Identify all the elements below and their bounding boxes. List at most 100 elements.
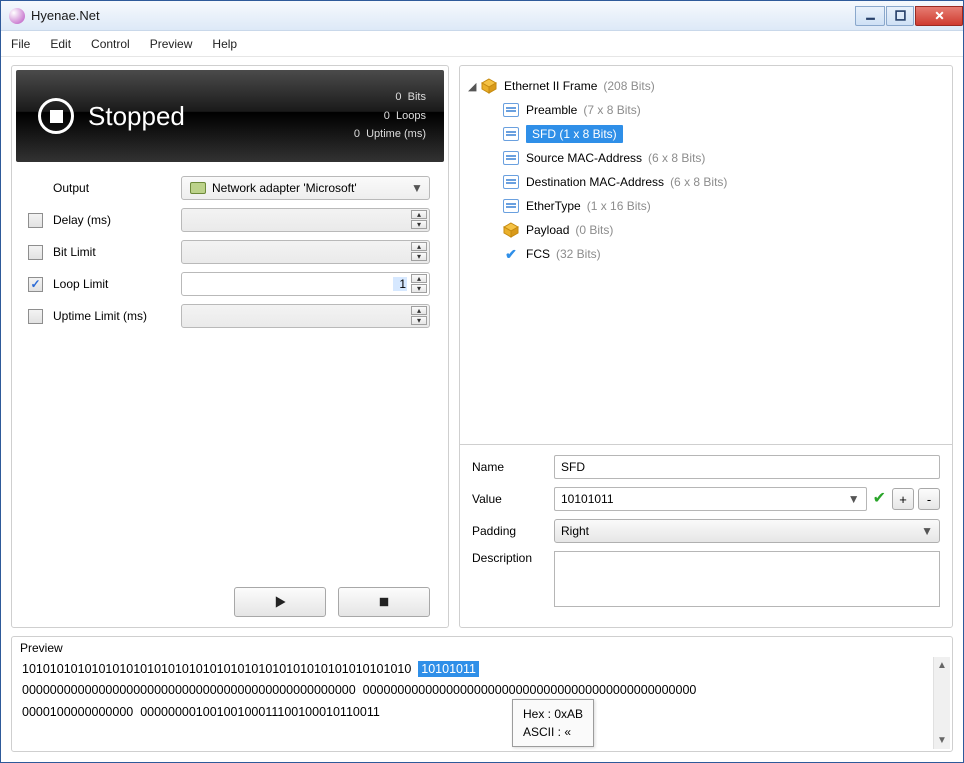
looplimit-input[interactable]: ▴▾ bbox=[181, 272, 430, 296]
preview-panel: Preview 10101010101010101010101010101010… bbox=[11, 636, 953, 752]
tree-item[interactable]: EtherType(1 x 16 Bits) bbox=[468, 194, 944, 218]
box-icon bbox=[502, 173, 520, 191]
chevron-down-icon: ▼ bbox=[921, 524, 933, 538]
delay-checkbox[interactable] bbox=[28, 213, 43, 228]
menu-edit[interactable]: Edit bbox=[50, 37, 71, 51]
frame-panel: ◢ Ethernet II Frame (208 Bits) Preamble(… bbox=[459, 65, 953, 628]
preview-seg: 00000000000000000000000000000000 bbox=[474, 683, 696, 697]
close-button[interactable] bbox=[915, 6, 963, 26]
tree-item[interactable]: Preamble(7 x 8 Bits) bbox=[468, 98, 944, 122]
preview-seg: 1010101010101010101010101010101010101010… bbox=[22, 662, 411, 676]
output-select[interactable]: Network adapter 'Microsoft' ▼ bbox=[181, 176, 430, 200]
stop-button[interactable] bbox=[338, 587, 430, 617]
tree-item-label: Source MAC-Address bbox=[526, 151, 642, 165]
minimize-button[interactable] bbox=[855, 6, 885, 26]
menu-preview[interactable]: Preview bbox=[150, 37, 193, 51]
value-label: Value bbox=[472, 492, 554, 506]
description-label: Description bbox=[472, 551, 554, 565]
tree-item[interactable]: Source MAC-Address (6 x 8 Bits) bbox=[468, 146, 944, 170]
preview-title: Preview bbox=[12, 637, 952, 657]
delay-row: Delay (ms) ▴▾ bbox=[12, 204, 448, 236]
chevron-down-icon: ▼ bbox=[409, 180, 425, 196]
padding-select[interactable]: Right ▼ bbox=[554, 519, 940, 543]
tree-item-label: Preamble bbox=[526, 103, 577, 117]
tree-item-meta: (32 Bits) bbox=[556, 247, 601, 261]
stat-loops-value: 0 bbox=[384, 110, 390, 122]
field-details: Name SFD Value 10101011 ▼ ✔ + - bbox=[460, 444, 952, 627]
output-row: Output Network adapter 'Microsoft' ▼ bbox=[12, 172, 448, 204]
preview-seg: 0000100000000000 bbox=[22, 705, 133, 719]
tree-item-meta: (6 x 8 Bits) bbox=[648, 151, 705, 165]
looplimit-checkbox[interactable] bbox=[28, 277, 43, 292]
name-input[interactable]: SFD bbox=[554, 455, 940, 479]
looplimit-label: Loop Limit bbox=[53, 277, 181, 291]
cube-icon bbox=[480, 77, 498, 95]
value-input[interactable]: 10101011 ▼ bbox=[554, 487, 867, 511]
delay-input[interactable]: ▴▾ bbox=[181, 208, 430, 232]
preview-seg: 0000000000000000000000000000000000000000… bbox=[22, 683, 356, 697]
app-icon bbox=[9, 8, 25, 24]
scrollbar[interactable]: ▲ ▼ bbox=[933, 657, 950, 749]
status-title: Stopped bbox=[88, 101, 354, 132]
app-window: Hyenae.Net File Edit Control Preview Hel… bbox=[0, 0, 964, 763]
control-panel: Stopped 0 Bits 0 Loops 0 Uptime (ms) Out… bbox=[11, 65, 449, 628]
bitlimit-input[interactable]: ▴▾ bbox=[181, 240, 430, 264]
menu-file[interactable]: File bbox=[11, 37, 30, 51]
tree-item[interactable]: SFD (1 x 8 Bits) bbox=[468, 122, 944, 146]
maximize-button[interactable] bbox=[886, 6, 914, 26]
spinner-icon[interactable]: ▴▾ bbox=[411, 242, 427, 261]
tree-root[interactable]: ◢ Ethernet II Frame (208 Bits) bbox=[468, 74, 944, 98]
tree-item-label: Destination MAC-Address bbox=[526, 175, 664, 189]
tree-item-label: EtherType bbox=[526, 199, 581, 213]
bitlimit-checkbox[interactable] bbox=[28, 245, 43, 260]
stat-uptime-label: Uptime (ms) bbox=[366, 128, 426, 140]
preview-seg: 00000000100100100011100100010110011 bbox=[140, 705, 380, 719]
check-icon: ✔ bbox=[873, 488, 886, 510]
preview-text[interactable]: 1010101010101010101010101010101010101010… bbox=[12, 657, 952, 729]
play-button[interactable] bbox=[234, 587, 326, 617]
menu-help[interactable]: Help bbox=[212, 37, 237, 51]
scroll-down-icon[interactable]: ▼ bbox=[934, 732, 950, 749]
frame-tree[interactable]: ◢ Ethernet II Frame (208 Bits) Preamble(… bbox=[460, 66, 952, 444]
padding-label: Padding bbox=[472, 524, 554, 538]
tree-item[interactable]: Payload(0 Bits) bbox=[468, 218, 944, 242]
preview-seg: 0000000000000000 bbox=[363, 683, 474, 697]
uptimelimit-label: Uptime Limit (ms) bbox=[53, 309, 181, 323]
tree-item-meta: (6 x 8 Bits) bbox=[670, 175, 727, 189]
looplimit-value[interactable] bbox=[393, 277, 407, 291]
add-button[interactable]: + bbox=[892, 488, 914, 510]
box-icon bbox=[502, 101, 520, 119]
check-icon: ✔ bbox=[502, 245, 520, 263]
content: Stopped 0 Bits 0 Loops 0 Uptime (ms) Out… bbox=[1, 57, 963, 762]
chevron-down-icon: ▼ bbox=[848, 492, 860, 506]
menubar: File Edit Control Preview Help bbox=[1, 31, 963, 57]
tree-item[interactable]: Destination MAC-Address (6 x 8 Bits) bbox=[468, 170, 944, 194]
uptimelimit-checkbox[interactable] bbox=[28, 309, 43, 324]
status-stats: 0 Bits 0 Loops 0 Uptime (ms) bbox=[354, 88, 426, 144]
bitlimit-row: Bit Limit ▴▾ bbox=[12, 236, 448, 268]
uptimelimit-input[interactable]: ▴▾ bbox=[181, 304, 430, 328]
description-input[interactable] bbox=[554, 551, 940, 607]
tree-item-label: SFD (1 x 8 Bits) bbox=[526, 125, 623, 143]
remove-button[interactable]: - bbox=[918, 488, 940, 510]
box-icon bbox=[502, 149, 520, 167]
menu-control[interactable]: Control bbox=[91, 37, 130, 51]
name-label: Name bbox=[472, 460, 554, 474]
stat-loops-label: Loops bbox=[396, 110, 426, 122]
stopped-icon bbox=[38, 98, 74, 134]
spinner-icon[interactable]: ▴▾ bbox=[411, 306, 427, 325]
preview-tooltip: Hex : 0xAB ASCII : « bbox=[512, 699, 594, 747]
preview-highlight: 10101011 bbox=[418, 661, 479, 677]
cube-icon bbox=[502, 221, 520, 239]
spinner-icon[interactable]: ▴▾ bbox=[411, 274, 427, 293]
spinner-icon[interactable]: ▴▾ bbox=[411, 210, 427, 229]
scroll-up-icon[interactable]: ▲ bbox=[934, 657, 950, 674]
status-box: Stopped 0 Bits 0 Loops 0 Uptime (ms) bbox=[16, 70, 444, 162]
tooltip-ascii: ASCII : « bbox=[523, 723, 583, 741]
expander-icon[interactable]: ◢ bbox=[468, 80, 480, 93]
stat-uptime-value: 0 bbox=[354, 128, 360, 140]
top-panels: Stopped 0 Bits 0 Loops 0 Uptime (ms) Out… bbox=[11, 65, 953, 628]
delay-label: Delay (ms) bbox=[53, 213, 181, 227]
tree-item[interactable]: ✔FCS(32 Bits) bbox=[468, 242, 944, 266]
output-label: Output bbox=[53, 181, 181, 195]
